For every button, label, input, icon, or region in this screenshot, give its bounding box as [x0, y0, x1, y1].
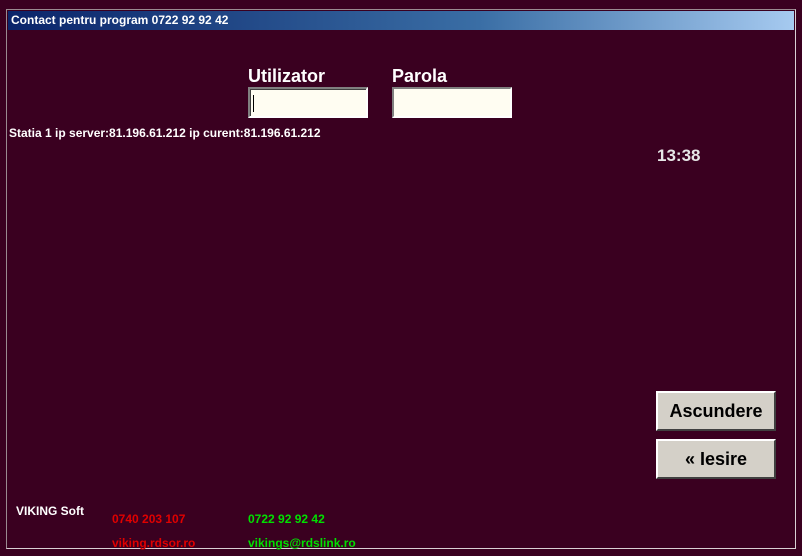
hide-button[interactable]: Ascundere — [656, 391, 776, 431]
exit-button[interactable]: « Iesire — [656, 439, 776, 479]
username-label: Utilizator — [248, 66, 326, 86]
station-status-text: Statia 1 ip server:81.196.61.212 ip cure… — [9, 126, 321, 140]
password-label: Parola — [392, 66, 448, 86]
title-bar: Contact pentru program 0722 92 92 42 — [8, 11, 794, 30]
website-link[interactable]: viking.rdsor.ro — [112, 536, 195, 550]
email-link[interactable]: vikings@rdslink.ro — [248, 536, 356, 550]
password-field[interactable] — [392, 87, 512, 118]
username-field[interactable] — [248, 87, 368, 118]
window-title: Contact pentru program 0722 92 92 42 — [11, 13, 229, 27]
company-name: VIKING Soft — [16, 504, 84, 518]
clock: 13:38 — [657, 146, 701, 165]
text-caret — [253, 95, 254, 112]
main-window: Contact pentru program 0722 92 92 42 Uti… — [6, 9, 796, 550]
phone-green: 0722 92 92 42 — [248, 512, 325, 526]
phone-red: 0740 203 107 — [112, 512, 186, 526]
